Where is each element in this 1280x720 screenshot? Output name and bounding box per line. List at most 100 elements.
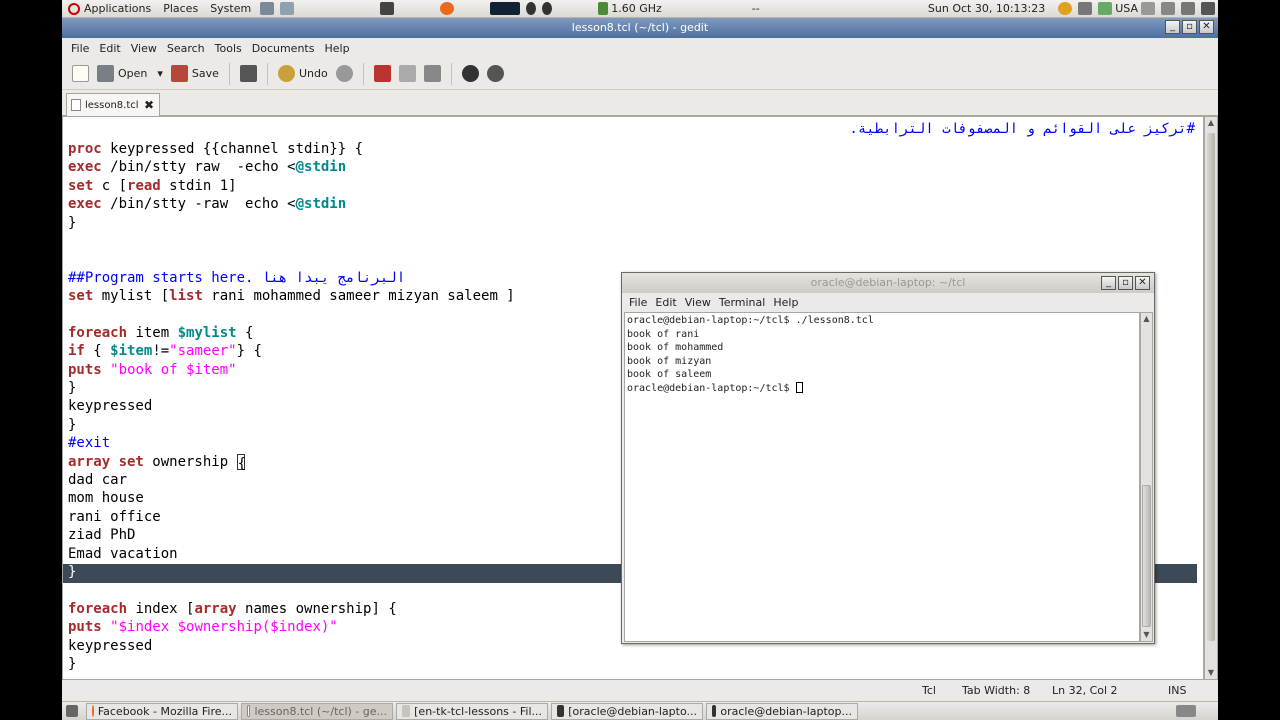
find-replace-button[interactable] [483,61,508,87]
code-line: } [68,416,77,433]
terminal-line: oracle@debian-laptop:~/tcl$ ./lesson8.tc… [627,315,874,326]
minimize-button[interactable]: _ [1101,276,1116,290]
menu-view[interactable]: View [131,42,157,55]
gedit-title-bar[interactable]: lesson8.tcl (~/tcl) - gedit _ ▫ ✕ [62,18,1218,38]
tab-width-selector[interactable]: Tab Width: 8 [962,684,1030,697]
network-icon [1078,2,1093,15]
terminal-scrollbar[interactable]: ▲ ▼ [1140,312,1153,642]
terminal-line: book of rani [627,328,700,340]
menu-documents[interactable]: Documents [252,42,315,55]
menu-file[interactable]: File [71,42,89,55]
places-menu[interactable]: Places [157,2,204,15]
menu-bar: File Edit View Search Tools Documents He… [62,38,1218,58]
menu-help[interactable]: Help [324,42,349,55]
code-line: } [68,563,77,580]
terminal-line: book of saleem [627,369,712,381]
undo-button[interactable]: Undo [274,61,332,87]
copy-button[interactable] [395,61,420,87]
scroll-thumb[interactable] [1207,133,1215,641]
task-terminal-1[interactable]: [oracle@debian-lapto... [551,702,703,720]
arabic-comment: #تركيز على القوائم و المصفوفات الترابطية… [849,121,1195,137]
scroll-down-icon[interactable]: ▼ [1205,667,1217,679]
terminal-menu-help[interactable]: Help [773,296,798,309]
open-button[interactable]: Open ▾ [93,61,167,87]
terminal-title-bar[interactable]: oracle@debian-laptop: ~/tcl _ ▫ ✕ [622,273,1154,293]
terminal-line: book of mizyan [627,355,712,367]
search-icon[interactable] [1141,2,1155,15]
paste-icon [423,65,441,82]
terminal-prompt-line: oracle@debian-laptop:~/tcl$ [627,382,1139,396]
top-panel: Applications Places System 1.60 GHz -- S… [62,0,1218,18]
toolbar: Open ▾ Save Undo [62,58,1218,90]
copy-icon [398,65,416,82]
task-gedit[interactable]: lesson8.tcl (~/tcl) - ge... [241,702,393,720]
task-firefox[interactable]: Facebook - Mozilla Fire... [86,702,238,720]
close-button[interactable]: ✕ [1199,20,1214,34]
applications-menu[interactable]: Applications [62,2,157,15]
cut-icon [373,65,391,82]
terminal-window[interactable]: oracle@debian-laptop: ~/tcl _ ▫ ✕ File E… [621,272,1155,644]
terminal-menu-edit[interactable]: Edit [655,296,676,309]
code-line: if { $item!="sameer"} { [68,343,262,360]
terminal-menu-terminal[interactable]: Terminal [719,296,766,309]
tab-lesson8[interactable]: lesson8.tcl ✖ [66,93,160,116]
volume-icon[interactable] [1201,2,1215,15]
find-replace-icon [486,65,504,82]
workspace-switcher-icon[interactable] [1176,705,1196,717]
open-folder-icon [97,65,114,82]
keyboard-layout[interactable]: USA [1115,2,1138,15]
system-monitor-icon [490,2,521,15]
redo-button[interactable] [332,61,357,87]
code-line: } [68,214,77,231]
undo-icon [277,65,295,82]
clock[interactable]: Sun Oct 30, 10:13:23 [928,2,1045,15]
save-button[interactable]: Save [167,61,223,87]
cut-button[interactable] [370,61,395,87]
code-line: ziad PhD [68,527,136,544]
paste-button[interactable] [420,61,445,87]
code-line: puts "book of $item" [68,361,237,378]
terminal-launcher-icon[interactable] [380,2,395,15]
maximize-button[interactable]: ▫ [1118,276,1133,290]
language-selector[interactable]: Tcl [922,684,936,697]
scroll-thumb[interactable] [1142,485,1151,627]
scroll-down-icon[interactable]: ▼ [1141,629,1152,641]
terminal-menu-view[interactable]: View [685,296,711,309]
editor-scrollbar[interactable]: ▲ ▼ [1204,116,1218,680]
chevron-down-icon[interactable]: ▾ [157,67,163,80]
maximize-button[interactable]: ▫ [1182,20,1197,34]
close-button[interactable]: ✕ [1135,276,1150,290]
system-menu[interactable]: System [204,2,257,15]
close-tab-icon[interactable]: ✖ [144,98,154,112]
code-line: mom house [68,490,144,507]
launcher-icon[interactable] [260,2,275,15]
menu-edit[interactable]: Edit [99,42,120,55]
new-button[interactable] [68,61,93,87]
terminal-icon [557,705,565,717]
minimize-button[interactable]: _ [1165,20,1180,34]
print-button[interactable] [236,61,261,87]
scroll-up-icon[interactable]: ▲ [1205,117,1217,129]
menu-tools[interactable]: Tools [215,42,242,55]
menu-search[interactable]: Search [167,42,205,55]
edit-icon [1181,2,1195,15]
code-line: } [68,380,77,397]
code-line: set mylist [list rani mohammed sameer mi… [68,288,515,305]
terminal-output[interactable]: oracle@debian-laptop:~/tcl$ ./lesson8.tc… [624,312,1140,642]
terminal-icon [712,705,717,717]
find-button[interactable] [458,61,483,87]
code-line: ##Program starts here. البرنامج يبدا هنا [68,269,406,286]
scroll-up-icon[interactable]: ▲ [1141,313,1152,325]
terminal-menu-file[interactable]: File [629,296,647,309]
new-document-icon [72,65,89,82]
task-terminal-2[interactable]: oracle@debian-laptop... [706,702,858,720]
save-icon [170,65,188,82]
bracket-match: { [236,453,247,472]
task-file-browser[interactable]: [en-tk-tcl-lessons - Fil... [396,702,548,720]
launcher-icon[interactable] [280,2,295,15]
show-desktop-icon[interactable] [66,705,78,717]
firefox-launcher-icon[interactable] [440,2,455,15]
code-line: keypressed [68,637,153,654]
terminal-menu-bar: File Edit View Terminal Help [622,293,1154,312]
code-line: dad car [68,472,128,489]
